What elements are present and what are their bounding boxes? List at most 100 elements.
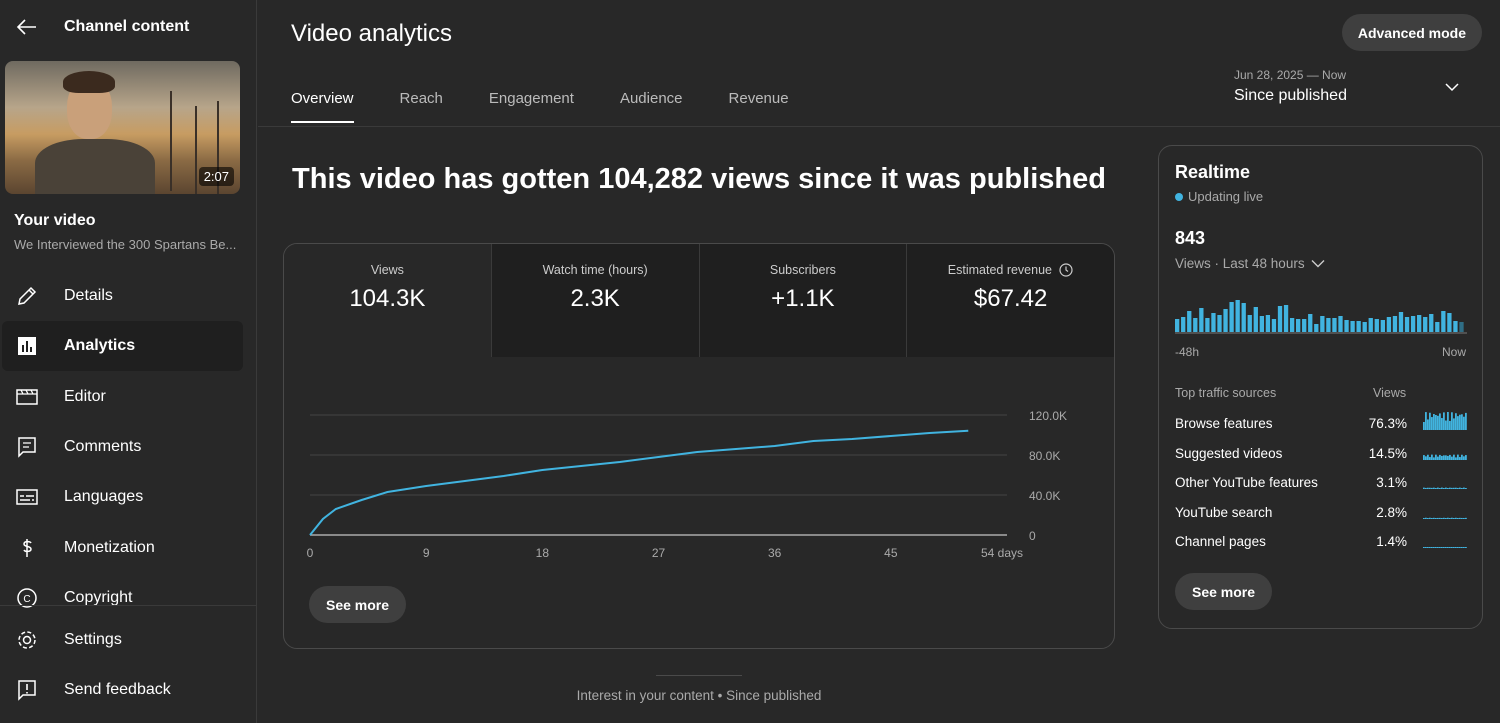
chevron-down-icon (1311, 260, 1325, 268)
realtime-bar[interactable] (1326, 318, 1331, 332)
realtime-bar[interactable] (1283, 305, 1289, 332)
realtime-bar[interactable] (1289, 318, 1295, 332)
sidebar-item-label: Analytics (64, 337, 136, 355)
tab-revenue[interactable]: Revenue (729, 90, 789, 123)
realtime-bar[interactable] (1417, 315, 1422, 332)
video-thumbnail[interactable]: 2:07 (5, 61, 240, 194)
realtime-views: 843 (1175, 228, 1206, 248)
sidebar-item-settings[interactable]: Settings (2, 615, 243, 665)
realtime-bar[interactable] (1404, 317, 1410, 332)
realtime-bar[interactable] (1277, 306, 1283, 332)
realtime-bar[interactable] (1302, 319, 1307, 332)
realtime-bar[interactable] (1398, 312, 1404, 332)
realtime-bar[interactable] (1453, 321, 1458, 332)
realtime-range-selector[interactable]: Views · Last 48 hours (1175, 256, 1325, 271)
sidebar-item-analytics[interactable]: Analytics (2, 321, 243, 372)
realtime-bar[interactable] (1356, 321, 1361, 332)
sources-header: Top traffic sources (1175, 386, 1277, 400)
your-video-label: Your video (14, 212, 96, 229)
metric-watch-time[interactable]: Watch time (hours) 2.3K (490, 244, 699, 357)
sidebar-item-editor[interactable]: Editor (2, 372, 243, 422)
period-selector[interactable]: Jun 28, 2025 — Now Since published (1234, 68, 1474, 105)
realtime-bar[interactable] (1181, 317, 1186, 332)
realtime-bar[interactable] (1187, 311, 1192, 332)
realtime-bar[interactable] (1223, 309, 1228, 332)
footer-divider (656, 675, 742, 676)
realtime-bar[interactable] (1235, 300, 1240, 332)
realtime-bar[interactable] (1296, 319, 1301, 332)
sidebar-item-monetization[interactable]: Monetization (2, 523, 243, 573)
metric-views[interactable]: Views 104.3K (284, 244, 491, 357)
realtime-bar[interactable] (1447, 313, 1452, 332)
realtime-bar[interactable] (1193, 318, 1198, 332)
realtime-bar[interactable] (1386, 317, 1392, 332)
see-more-button[interactable]: See more (309, 586, 407, 623)
sidebar-item-comments[interactable]: Comments (2, 422, 243, 472)
realtime-bar[interactable] (1211, 313, 1216, 332)
views-series-line[interactable] (309, 429, 969, 536)
traffic-source-row: Browse features 76.3% (1175, 412, 1467, 431)
realtime-bar[interactable] (1435, 322, 1440, 332)
source-name: Other YouTube features (1175, 475, 1318, 490)
realtime-bar[interactable] (1271, 319, 1277, 332)
svg-text:C: C (23, 594, 30, 605)
realtime-bar[interactable] (1241, 303, 1246, 332)
metric-subscribers[interactable]: Subscribers +1.1K (698, 244, 907, 357)
realtime-bar[interactable] (1175, 319, 1180, 332)
tab-divider (258, 126, 1500, 127)
realtime-bar[interactable] (1392, 316, 1398, 332)
y-tick-label: 0 (1029, 529, 1036, 543)
x-tick-label: 45 (884, 546, 898, 560)
realtime-bar[interactable] (1332, 318, 1337, 332)
metric-label: Views (370, 263, 404, 277)
realtime-bar[interactable] (1441, 311, 1446, 332)
realtime-bar[interactable] (1344, 320, 1349, 332)
sidebar-item-details[interactable]: Details (2, 271, 243, 321)
realtime-bar[interactable] (1205, 318, 1210, 332)
sidebar-item-languages[interactable]: Languages (2, 472, 243, 522)
realtime-bar[interactable] (1374, 319, 1379, 332)
y-tick-label: 120.0K (1029, 409, 1067, 423)
realtime-bar[interactable] (1247, 315, 1252, 332)
feedback-icon (15, 678, 39, 702)
advanced-mode-button[interactable]: Advanced mode (1341, 14, 1482, 51)
realtime-bar[interactable] (1338, 316, 1343, 332)
source-percent: 76.3% (1368, 416, 1407, 431)
realtime-bar[interactable] (1380, 320, 1385, 332)
realtime-see-more-button[interactable]: See more (1175, 573, 1273, 610)
views-headline: This video has gotten 104,282 views sinc… (292, 163, 1106, 195)
video-title: We Interviewed the 300 Spartans Be... (14, 237, 237, 252)
realtime-bar[interactable] (1459, 322, 1464, 332)
comment-icon (15, 435, 39, 459)
realtime-bar[interactable] (1199, 308, 1204, 332)
realtime-bar[interactable] (1253, 307, 1258, 332)
sidebar-item-send-feedback[interactable]: Send feedback (2, 665, 243, 715)
realtime-bar[interactable] (1314, 324, 1319, 332)
realtime-bar[interactable] (1368, 318, 1373, 332)
tab-overview[interactable]: Overview (291, 90, 354, 123)
clapperboard-icon (15, 385, 39, 409)
views-line-chart: 0 40.0K 80.0K 120.0K 0 9 18 27 36 45 54 days (307, 409, 1067, 560)
tab-engagement[interactable]: Engagement (489, 90, 574, 123)
realtime-bar[interactable] (1308, 314, 1313, 332)
realtime-bar[interactable] (1259, 316, 1264, 332)
realtime-bar[interactable] (1229, 302, 1234, 332)
metric-revenue[interactable]: Estimated revenue $67.42 (906, 244, 1114, 357)
realtime-bar[interactable] (1362, 322, 1367, 332)
realtime-bar[interactable] (1265, 315, 1271, 332)
realtime-bar[interactable] (1350, 321, 1355, 332)
metric-label: Subscribers (769, 263, 836, 277)
tab-audience[interactable]: Audience (620, 90, 683, 123)
tab-reach[interactable]: Reach (400, 90, 443, 123)
source-sparkline (1423, 412, 1467, 430)
metric-label: Watch time (hours) (542, 263, 648, 277)
realtime-bar[interactable] (1217, 315, 1222, 332)
sidebar-divider (0, 605, 257, 606)
realtime-bar[interactable] (1410, 316, 1416, 332)
realtime-bar[interactable] (1429, 314, 1434, 332)
sidebar-item-label: Settings (64, 631, 122, 648)
realtime-bar[interactable] (1423, 317, 1428, 332)
realtime-bar[interactable] (1320, 316, 1325, 332)
back-arrow-icon[interactable] (14, 14, 40, 40)
live-status: Updating live (1175, 189, 1263, 204)
